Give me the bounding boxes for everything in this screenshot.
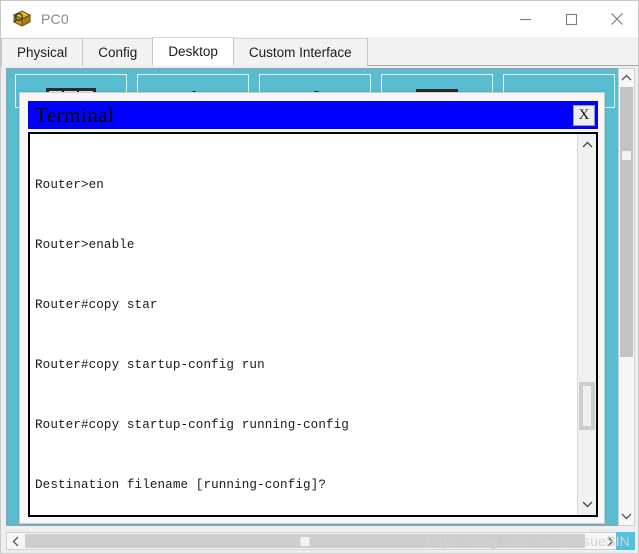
desktop-horizontal-scrollbar[interactable] (6, 532, 619, 550)
terminal-window: Terminal X Router>en Router>enable Route… (19, 92, 605, 524)
terminal-vertical-scrollbar[interactable] (577, 134, 596, 515)
terminal-title: Terminal (35, 102, 115, 127)
desktop-pane: Terminal X Router>en Router>enable Route… (1, 66, 638, 553)
terminal-output-text: Router>en Router>enable Router#copy star… (35, 135, 575, 515)
scroll-up-icon[interactable] (578, 136, 596, 154)
terminal-close-button[interactable]: X (573, 104, 595, 126)
terminal-line: Router#copy star (35, 298, 158, 312)
maximize-icon[interactable] (548, 1, 594, 37)
tab-desktop[interactable]: Desktop (152, 37, 234, 66)
desktop-vertical-scrollbar[interactable] (618, 68, 635, 526)
tab-custom-interface[interactable]: Custom Interface (232, 38, 368, 66)
tab-config[interactable]: Config (82, 38, 154, 66)
terminal-titlebar: Terminal X (28, 101, 598, 129)
hscroll-thumb-grip (300, 537, 310, 546)
desktop-scroll-down-icon[interactable] (619, 508, 634, 524)
terminal-line: Destination filename [running-config]? (35, 478, 326, 492)
desktop-scroll-left-icon[interactable] (7, 533, 24, 549)
terminal-scroll-thumb[interactable] (579, 382, 595, 430)
scroll-down-icon[interactable] (578, 495, 596, 513)
packet-tracer-device-icon (11, 8, 33, 30)
tab-physical[interactable]: Physical (1, 38, 84, 66)
terminal-line: Router#copy startup-config running-confi… (35, 418, 349, 432)
minimize-icon[interactable] (502, 1, 548, 37)
tab-strip: Physical Config Desktop Custom Interface (1, 37, 638, 66)
window-titlebar: PC0 (1, 1, 638, 37)
window-title: PC0 (41, 11, 69, 27)
desktop-hscroll-thumb[interactable] (25, 534, 585, 548)
scroll-thumb-grip (622, 151, 631, 160)
terminal-output-area[interactable]: Router>en Router>enable Router#copy star… (28, 132, 598, 517)
terminal-line: Router>en (35, 178, 104, 192)
terminal-line: Router#copy startup-config run (35, 358, 265, 372)
close-icon[interactable] (594, 1, 638, 37)
resize-corner[interactable] (616, 532, 635, 550)
desktop-scroll-thumb[interactable] (620, 87, 633, 357)
window-controls (502, 1, 638, 37)
desktop-scroll-up-icon[interactable] (619, 70, 634, 86)
desktop-frame: Terminal X Router>en Router>enable Route… (6, 68, 619, 526)
terminal-line: Router>enable (35, 238, 135, 252)
pc0-window: PC0 Physical Config Desktop Custom Inter… (0, 0, 639, 554)
